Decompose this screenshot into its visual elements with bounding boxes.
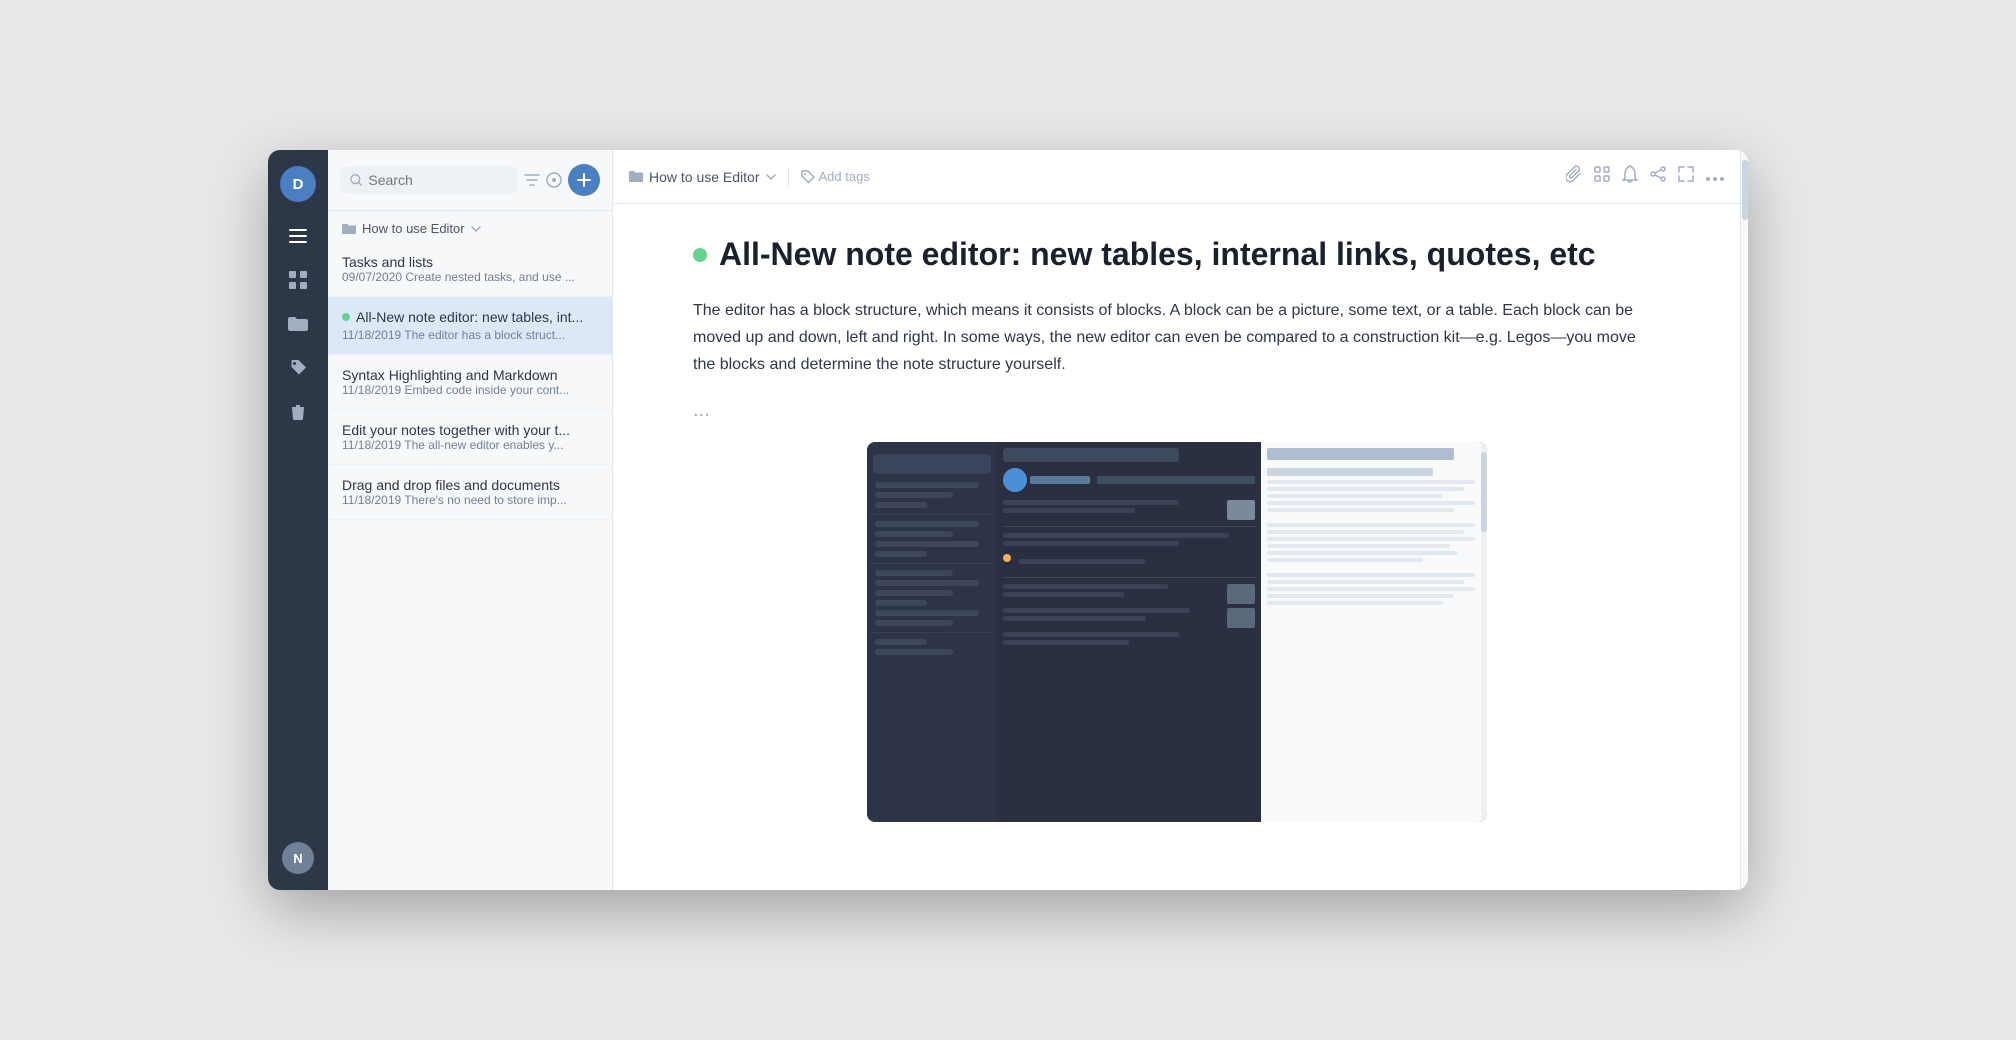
notes-panel: How to use Editor Tasks and lists 09/07/…	[328, 150, 613, 890]
note-title: Tasks and lists	[342, 254, 598, 270]
note-meta: 11/18/2019 The all-new editor enables y.…	[342, 438, 598, 452]
grid-icon[interactable]	[280, 262, 316, 298]
note-item-all-new-editor[interactable]: All-New note editor: new tables, int... …	[328, 297, 612, 355]
expand-icon[interactable]	[1678, 166, 1694, 187]
toolbar-notebook: How to use Editor	[629, 169, 776, 185]
folder-name: How to use Editor	[362, 221, 465, 236]
note-meta: 09/07/2020 Create nested tasks, and use …	[342, 270, 598, 284]
tag-icon[interactable]	[280, 350, 316, 386]
editor-area: How to use Editor Add tags	[613, 150, 1740, 890]
folder-header-icon	[342, 223, 356, 235]
note-item-header: All-New note editor: new tables, int...	[342, 309, 598, 325]
filter-icon[interactable]	[524, 173, 540, 187]
active-note-dot	[342, 313, 350, 321]
note-title: Edit your notes together with your t...	[342, 422, 598, 438]
note-title: Drag and drop files and documents	[342, 477, 598, 493]
editor-scrollbar[interactable]	[1740, 150, 1748, 890]
note-meta: 11/18/2019 There's no need to store imp.…	[342, 493, 598, 507]
more-options-icon[interactable]	[1706, 168, 1724, 186]
notebook-chevron-icon[interactable]	[766, 174, 776, 180]
note-ellipsis: ...	[693, 399, 1660, 422]
toolbar-divider	[788, 167, 789, 187]
grid-view-icon[interactable]	[1594, 166, 1610, 187]
note-meta: 11/18/2019 Embed code inside your cont..…	[342, 383, 598, 397]
sidebar-nav: D	[268, 150, 328, 890]
note-body-text: The editor has a block structure, which …	[693, 297, 1660, 379]
note-meta: 11/18/2019 The editor has a block struct…	[342, 328, 598, 342]
notebook-icon	[629, 170, 643, 184]
workspace-avatar[interactable]: N	[282, 842, 314, 874]
editor-content[interactable]: All-New note editor: new tables, interna…	[613, 204, 1740, 890]
note-item-tasks-lists[interactable]: Tasks and lists 09/07/2020 Create nested…	[328, 242, 612, 297]
add-note-button[interactable]	[568, 164, 600, 196]
tag-icon	[801, 170, 815, 184]
note-item-edit-together[interactable]: Edit your notes together with your t... …	[328, 410, 612, 465]
folder-header: How to use Editor	[328, 211, 612, 242]
note-main-title: All-New note editor: new tables, interna…	[693, 236, 1660, 273]
note-item-syntax[interactable]: Syntax Highlighting and Markdown 11/18/2…	[328, 355, 612, 410]
toolbar-tag-area[interactable]: Add tags	[801, 169, 870, 184]
app-window: D	[268, 150, 1748, 890]
user-avatar[interactable]: D	[280, 166, 316, 202]
note-screenshot-image	[867, 442, 1487, 822]
editor-toolbar: How to use Editor Add tags	[613, 150, 1740, 204]
scrollbar-thumb	[1742, 160, 1748, 220]
note-title: Syntax Highlighting and Markdown	[342, 367, 598, 383]
notebook-label: How to use Editor	[649, 169, 760, 185]
search-options-icon[interactable]	[546, 172, 562, 188]
search-bar	[328, 150, 612, 211]
notes-list: Tasks and lists 09/07/2020 Create nested…	[328, 242, 612, 890]
share-icon[interactable]	[1650, 166, 1666, 187]
note-status-dot	[693, 248, 707, 262]
search-icon	[350, 173, 362, 187]
bell-icon[interactable]	[1622, 165, 1638, 188]
add-tags-label: Add tags	[819, 169, 870, 184]
search-input[interactable]	[368, 172, 508, 188]
note-title: All-New note editor: new tables, int...	[356, 309, 583, 325]
folder-icon[interactable]	[280, 306, 316, 342]
note-item-drag-drop[interactable]: Drag and drop files and documents 11/18/…	[328, 465, 612, 520]
trash-icon[interactable]	[280, 394, 316, 430]
hamburger-icon[interactable]	[280, 218, 316, 254]
attachment-icon[interactable]	[1566, 165, 1582, 188]
toolbar-actions	[1566, 165, 1724, 188]
search-input-wrapper[interactable]	[340, 166, 518, 194]
folder-chevron-icon[interactable]	[471, 226, 481, 232]
